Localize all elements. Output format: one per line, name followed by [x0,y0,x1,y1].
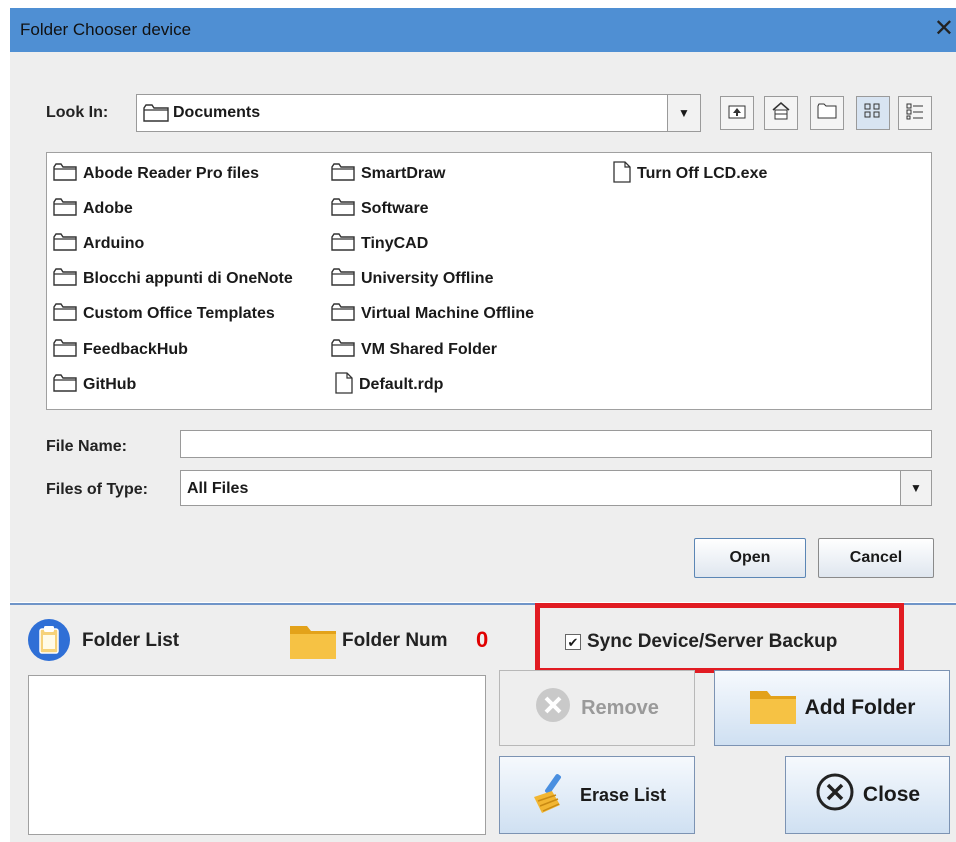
close-button[interactable]: Close [785,756,950,834]
file-icon [335,371,359,399]
folder-icon [53,267,83,291]
list-item-label: Abode Reader Pro files [83,165,260,182]
remove-icon [535,687,571,729]
list-item[interactable]: GitHub [53,373,136,397]
folder-icon [53,338,83,362]
folder-icon [53,162,83,186]
erase-list-label: Erase List [579,784,667,805]
remove-label: Remove [581,696,659,719]
folder-icon [331,302,361,326]
folder-icon [143,104,169,127]
list-item[interactable]: Turn Off LCD.exe [613,160,768,188]
folder-list-box[interactable] [28,675,486,835]
home-button[interactable] [764,96,798,130]
list-item-label: VM Shared Folder [361,341,498,358]
list-item-label: GitHub [83,376,137,393]
folder-icon [53,373,83,397]
close-label: Close [862,783,921,806]
sync-backup-checkbox[interactable]: ✔ Sync Device/Server Backup [565,631,837,653]
folder-num-label: Folder Num [342,630,448,651]
list-item-label: Software [361,200,429,217]
erase-list-button[interactable]: Erase List [499,756,695,834]
file-name-field[interactable] [180,430,932,458]
home-icon [771,101,791,125]
list-item[interactable]: Arduino [53,232,144,256]
files-of-type-value: All Files [187,480,249,497]
list-item-label: Default.rdp [359,376,444,393]
list-item[interactable]: Virtual Machine Offline [331,302,534,326]
up-one-level-button[interactable] [720,96,754,130]
window-close-button[interactable]: ✕ [934,14,954,42]
window-title: Folder Chooser device [20,20,192,39]
list-item[interactable]: University Offline [331,267,493,291]
list-item[interactable]: Abode Reader Pro files [53,162,259,186]
look-in-value: Documents [173,104,261,121]
list-item[interactable]: Custom Office Templates [53,302,275,326]
folder-icon [53,232,83,256]
list-item[interactable]: Default.rdp [335,371,444,399]
folder-icon [53,302,83,326]
look-in-combo[interactable]: Documents ▼ [136,94,701,132]
list-item[interactable]: Blocchi appunti di OneNote [53,267,293,291]
clipboard-icon [27,618,71,667]
look-in-label: Look In: [46,104,109,121]
list-item-label: SmartDraw [361,165,446,182]
folder-icon [331,267,361,291]
folder-list-label: Folder List [82,630,180,651]
close-icon [815,772,855,818]
remove-button[interactable]: Remove [499,670,695,746]
list-item-label: University Offline [361,270,494,287]
file-icon [613,160,637,188]
list-view-button[interactable] [856,96,890,130]
list-item-label: Adobe [83,200,133,217]
folder-icon [749,685,797,731]
list-item-label: TinyCAD [361,235,429,252]
folder-icon [289,620,337,665]
sync-backup-label: Sync Device/Server Backup [587,631,838,652]
folder-icon [53,197,83,221]
new-folder-icon [817,103,837,124]
chevron-down-icon[interactable]: ▼ [667,95,700,131]
folder-icon [331,338,361,362]
folder-icon [331,162,361,186]
list-item[interactable]: FeedbackHub [53,338,188,362]
list-view-icon [863,102,883,125]
open-button[interactable]: Open [694,538,806,578]
list-item[interactable]: TinyCAD [331,232,428,256]
up-one-level-icon [727,102,747,125]
title-bar: Folder Chooser device ✕ [10,8,956,52]
list-item-label: Arduino [83,235,145,252]
add-folder-label: Add Folder [804,696,916,719]
file-name-label: File Name: [46,438,127,455]
check-icon[interactable]: ✔ [565,634,581,650]
folder-icon [331,197,361,221]
files-of-type-label: Files of Type: [46,481,148,498]
folder-icon [331,232,361,256]
list-item[interactable]: Adobe [53,197,133,221]
list-item-label: Custom Office Templates [83,305,275,322]
list-item-label: Turn Off LCD.exe [637,165,768,182]
list-item[interactable]: VM Shared Folder [331,338,497,362]
broom-icon [528,771,572,820]
details-view-icon [905,102,925,125]
list-item[interactable]: Software [331,197,429,221]
details-view-button[interactable] [898,96,932,130]
cancel-button[interactable]: Cancel [818,538,934,578]
list-item[interactable]: SmartDraw [331,162,445,186]
list-item-label: FeedbackHub [83,341,188,358]
new-folder-button[interactable] [810,96,844,130]
file-list[interactable]: Abode Reader Pro files Adobe Arduino Blo… [46,152,932,410]
folder-num-value: 0 [476,627,489,652]
chevron-down-icon[interactable]: ▼ [900,471,931,505]
list-item-label: Blocchi appunti di OneNote [83,270,293,287]
files-of-type-combo[interactable]: All Files ▼ [180,470,932,506]
list-item-label: Virtual Machine Offline [361,305,535,322]
add-folder-button[interactable]: Add Folder [714,670,950,746]
